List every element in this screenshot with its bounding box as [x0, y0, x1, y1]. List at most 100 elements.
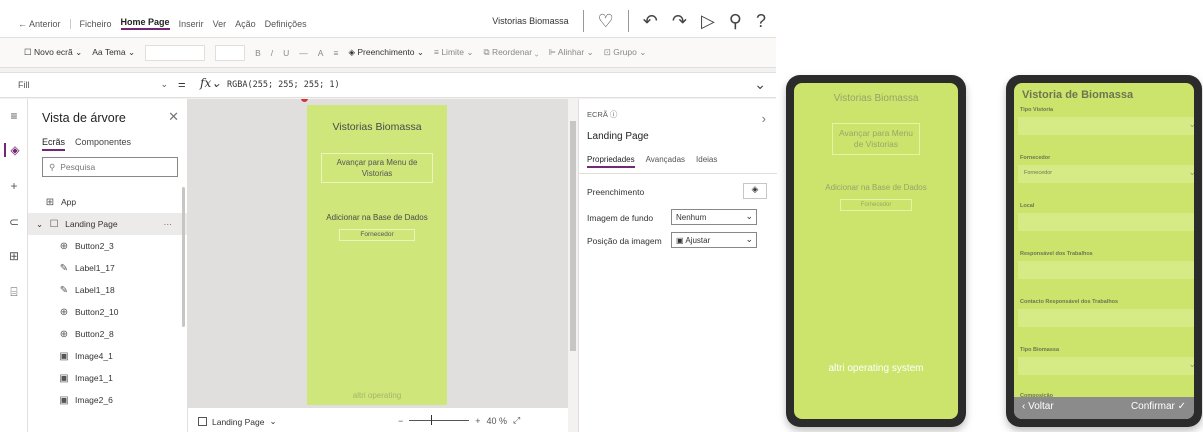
user-icon[interactable]: ⚲ — [729, 12, 742, 30]
menu-view[interactable]: Ver — [213, 19, 227, 29]
back-button[interactable]: ‹ Voltar — [1022, 401, 1054, 412]
menu-home-page[interactable]: Home Page — [120, 17, 170, 30]
search-input[interactable]: ⚲ Pesquisa — [42, 157, 178, 177]
tree-item[interactable]: ⊕ Button2_8 — [28, 323, 187, 345]
screen-name: Landing Page — [587, 131, 649, 142]
theme-button[interactable]: Aa Tema ⌄ — [92, 47, 135, 58]
formula-input[interactable]: RGBA(255; 255; 255; 1) — [227, 80, 340, 90]
form-footer: ‹ Voltar Confirmar ✓ — [1014, 397, 1194, 419]
design-canvas[interactable]: Vistorias Biomassa Avançar para Menu de … — [188, 99, 568, 407]
data-icon[interactable]: ⊂ — [4, 215, 24, 229]
formula-bar: Fill ⌄ = fx⌄ RGBA(255; 255; 255; 1) ⌄ — [0, 72, 776, 98]
tree-item[interactable]: ✎ Label1_17 — [28, 257, 187, 279]
new-screen-button[interactable]: ☐ Novo ecrã ⌄ — [24, 47, 82, 58]
page-selector[interactable]: Landing Page ⌄ — [198, 416, 277, 427]
tree-item-label: Landing Page — [65, 219, 118, 229]
reorder-button[interactable]: ⧉ Reordenar ⌄ — [484, 47, 539, 58]
chevron-down-icon[interactable]: ⌄ — [36, 219, 43, 230]
play-icon[interactable]: ▷ — [701, 12, 715, 30]
tree-item[interactable]: ⊞ App — [28, 191, 187, 213]
zoom-slider-knob[interactable] — [431, 415, 433, 425]
form-dropdown[interactable]: Fornecedor ⌄ — [1018, 165, 1194, 183]
group-button[interactable]: ⊡ Grupo ⌄ — [604, 47, 647, 58]
advanced-tools-icon[interactable]: ⌸ — [4, 285, 24, 300]
fill-color-button[interactable]: ◈ — [743, 183, 767, 199]
back-button[interactable]: ← Anterior — [18, 19, 61, 29]
expand-formula-icon[interactable]: ⌄ — [754, 76, 766, 93]
zoom-out-icon[interactable]: − — [398, 416, 403, 426]
form-text-input[interactable] — [1018, 213, 1194, 231]
bold-icon[interactable]: B — [255, 48, 261, 58]
zoom-slider[interactable] — [409, 415, 470, 425]
fill-button[interactable]: ◈ Preenchimento ⌄ — [348, 47, 424, 58]
tree-item[interactable]: ▣ Image1_1 — [28, 367, 187, 389]
zoom-in-icon[interactable]: + — [475, 416, 480, 426]
tab-components[interactable]: Componentes — [75, 137, 131, 151]
landing-page-screen[interactable]: Vistorias Biomassa Avançar para Menu de … — [307, 105, 447, 405]
preview-menu-button[interactable]: Avançar para Menu de Vistorias — [832, 123, 920, 155]
tab-properties[interactable]: Propriedades — [587, 155, 635, 168]
supplier-button[interactable]: Fornecedor — [339, 229, 415, 241]
media-icon[interactable]: ⊞ — [4, 249, 24, 263]
preview-title: Vistorias Biomassa — [833, 93, 919, 104]
fx-icon[interactable]: fx⌄ — [200, 76, 221, 90]
phone-screen: Vistorias Biomassa Avançar para Menu de … — [794, 83, 958, 419]
underline-icon[interactable]: U — [283, 48, 289, 58]
form-field-value: Fornecedor — [1024, 170, 1053, 176]
confirm-button[interactable]: Confirmar ✓ — [1131, 401, 1186, 412]
close-icon[interactable]: ✕ — [168, 109, 179, 125]
tree-item[interactable]: ✎ Label1_18 — [28, 279, 187, 301]
tab-advanced[interactable]: Avançadas — [646, 155, 685, 168]
tree-item[interactable]: ⊕ Button2_10 — [28, 301, 187, 323]
form-text-input[interactable] — [1018, 309, 1194, 327]
font-size-select[interactable] — [215, 44, 246, 61]
font-color-icon[interactable]: A — [318, 48, 324, 58]
border-button[interactable]: ≡ Limite ⌄ — [434, 47, 474, 58]
tab-ideas[interactable]: Ideias — [696, 155, 717, 168]
tree-item[interactable]: ⌄ ☐ Landing Page ··· — [28, 213, 187, 235]
property-select[interactable]: Fill ⌄ — [18, 79, 168, 90]
tab-screens[interactable]: Ecrãs — [42, 137, 66, 151]
menu-file[interactable]: Ficheiro — [80, 19, 112, 29]
tree-view-panel: Vista de árvore ✕ Ecrãs Componentes ⚲ Pe… — [28, 99, 188, 432]
form-dropdown[interactable]: ⌄ — [1018, 117, 1194, 135]
undo-icon[interactable]: ↶ — [643, 12, 658, 30]
menu-icon[interactable]: ≡ — [4, 109, 24, 123]
canvas-scroll-thumb[interactable] — [570, 121, 576, 351]
menu-bar: ← Anterior Ficheiro Home Page Inserir Ve… — [0, 0, 776, 38]
chevron-right-icon[interactable]: › — [762, 111, 766, 126]
form-field-label: Responsável dos Trabalhos — [1020, 251, 1093, 257]
checkbox[interactable] — [198, 417, 207, 426]
form-text-input[interactable] — [1018, 261, 1194, 279]
image-position-select[interactable]: ▣ Ajustar ⌄ — [671, 232, 757, 248]
form-dropdown[interactable]: ⌄ — [1018, 357, 1194, 375]
menu-settings[interactable]: Definições — [265, 19, 307, 29]
text-align-icon[interactable]: ≡ — [333, 48, 338, 58]
screen-icon: ☐ — [49, 218, 59, 230]
fit-screen-icon[interactable]: ⤢ — [513, 415, 520, 426]
font-select[interactable] — [145, 44, 206, 61]
tree-scrollbar[interactable] — [182, 187, 185, 327]
menu-insert[interactable]: Inserir — [179, 19, 204, 29]
phone-preview-landing: Vistorias Biomassa Avançar para Menu de … — [786, 75, 966, 427]
tree-item[interactable]: ▣ Image4_1 — [28, 345, 187, 367]
preview-supplier-button[interactable]: Fornecedor — [840, 199, 912, 211]
menu-vistorias-button[interactable]: Avançar para Menu de Vistorias — [321, 153, 433, 183]
tree-item[interactable]: ▣ Image2_6 — [28, 389, 187, 411]
redo-icon[interactable]: ↷ — [672, 12, 687, 30]
zoom-control: − + 40 % ⤢ — [398, 415, 520, 426]
more-options-icon[interactable]: ··· — [164, 219, 173, 229]
insert-icon[interactable]: + — [4, 179, 24, 193]
menu-action[interactable]: Ação — [235, 19, 256, 29]
canvas-scrollbar[interactable] — [568, 99, 578, 407]
italic-icon[interactable]: / — [271, 48, 273, 58]
background-image-select[interactable]: Nenhum ⌄ — [671, 209, 757, 225]
canvas-status-bar: Landing Page ⌄ − + 40 % ⤢ — [188, 407, 568, 432]
tree-view-icon[interactable]: ◈ — [4, 143, 24, 157]
app-checker-icon[interactable]: ♡ — [598, 12, 614, 30]
strikethrough-icon[interactable]: — — [299, 48, 308, 58]
button-icon: ⊕ — [59, 306, 69, 318]
align-button[interactable]: ⊫ Alinhar ⌄ — [548, 47, 593, 58]
tree-item[interactable]: ⊕ Button2_3 — [28, 235, 187, 257]
help-icon[interactable]: ? — [756, 12, 766, 30]
